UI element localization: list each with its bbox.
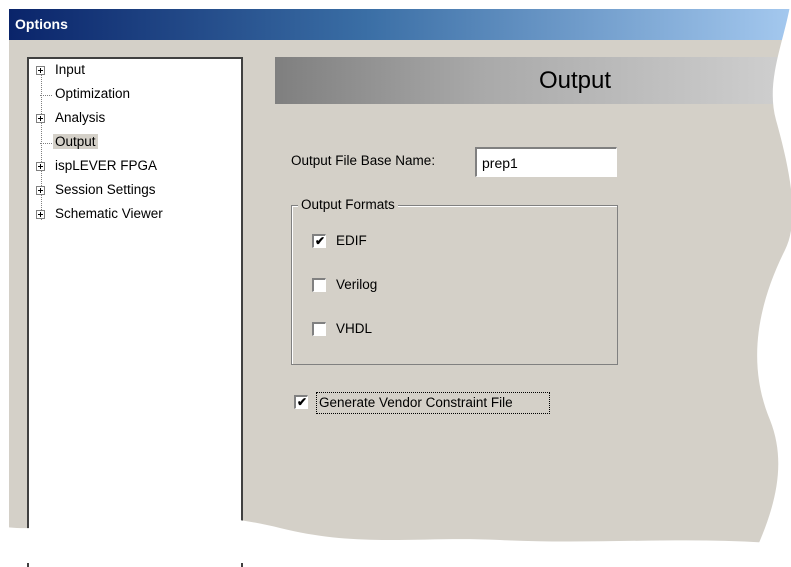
expand-icon[interactable] (36, 210, 45, 219)
checkmark-icon: ✔ (297, 395, 308, 409)
window-title: Options (15, 16, 68, 32)
tree-item-label: Output (53, 134, 98, 149)
tree-connector-line (41, 70, 43, 220)
tree-item-label: Optimization (55, 86, 131, 101)
verilog-label: Verilog (336, 277, 378, 292)
tree-item-label: ispLEVER FPGA (55, 158, 158, 173)
vendor-constraint-checkbox[interactable]: ✔ (294, 395, 308, 409)
checkmark-icon: ✔ (315, 234, 326, 248)
section-title: Output (539, 67, 612, 94)
verilog-checkbox[interactable] (312, 278, 326, 292)
expand-icon[interactable] (36, 66, 45, 75)
expand-icon[interactable] (36, 162, 45, 171)
base-name-input[interactable] (475, 147, 617, 177)
vendor-constraint-label: Generate Vendor Constraint File (319, 395, 513, 410)
tree-branch-line (40, 143, 52, 145)
tree-item-label: Session Settings (55, 182, 156, 197)
tree-item-label: Analysis (55, 110, 106, 125)
title-bar[interactable]: Options (9, 9, 791, 40)
tree-item-label: Input (55, 62, 86, 77)
expand-icon[interactable] (36, 114, 45, 123)
vhdl-label: VHDL (336, 321, 373, 336)
tree-branch-line (40, 95, 52, 97)
options-window: Options Input Optimization Analysis Outp… (0, 0, 791, 567)
vhdl-checkbox[interactable] (312, 322, 326, 336)
edif-label: EDIF (336, 233, 367, 248)
output-formats-title: Output Formats (298, 197, 398, 212)
tree-item-label: Schematic Viewer (55, 206, 163, 221)
section-header: Output (275, 57, 791, 104)
base-name-label: Output File Base Name: (291, 153, 436, 168)
expand-icon[interactable] (36, 186, 45, 195)
edif-checkbox[interactable]: ✔ (312, 234, 326, 248)
